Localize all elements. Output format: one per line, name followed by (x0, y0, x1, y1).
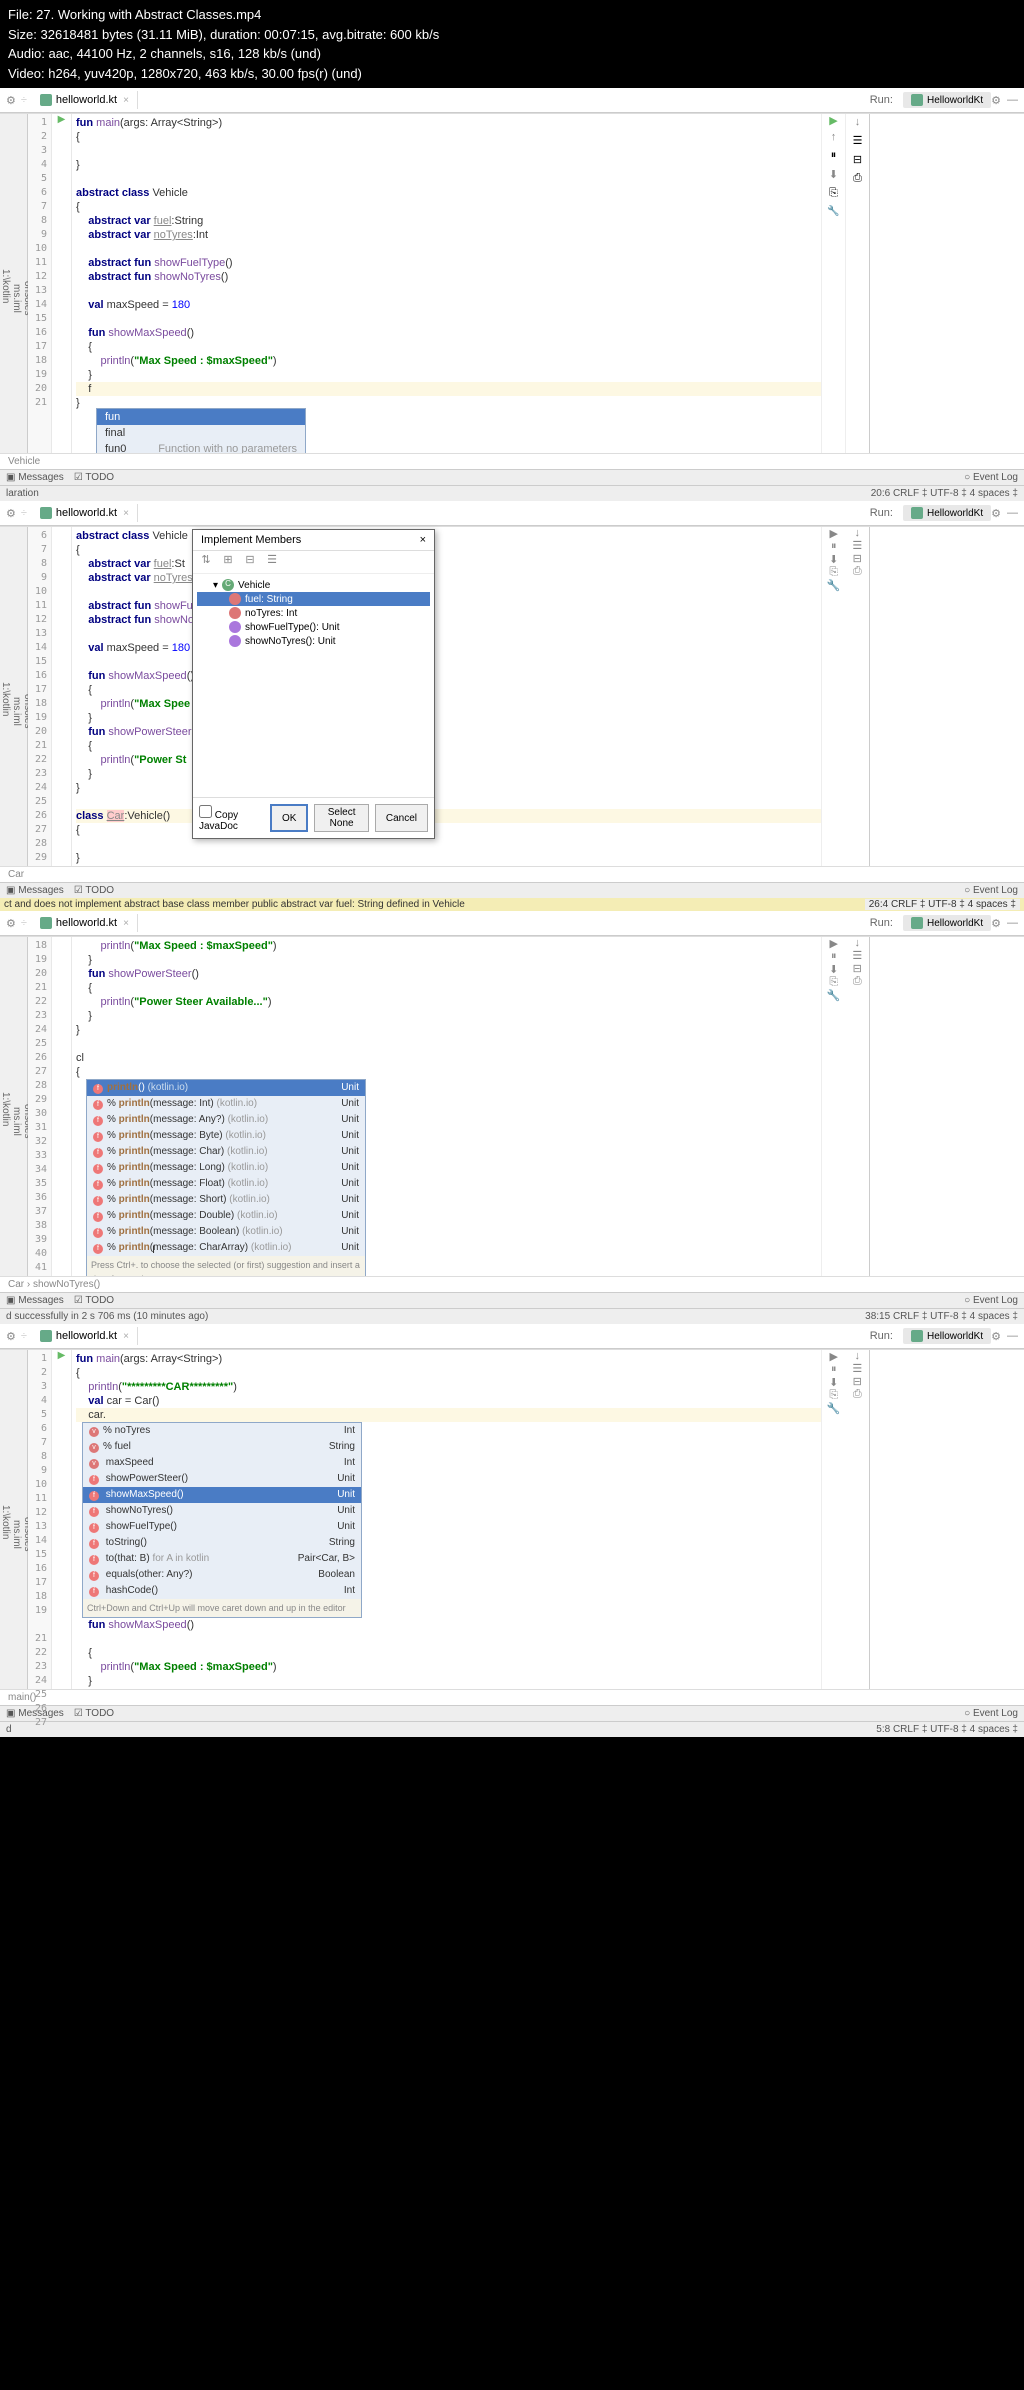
settings-icon[interactable]: ⚙ (991, 94, 1001, 107)
error-status: ct and does not implement abstract base … (0, 898, 1024, 911)
line-numbers: 123456789101112131415161718192021 (28, 114, 52, 453)
gutter-icons[interactable]: ▶ (52, 114, 72, 453)
status-bar: ▣ Messages ☑ TODO ○ Event Log (0, 469, 1024, 485)
project-sidebar[interactable]: 1:\kotlin ms.iml onsoles (0, 114, 28, 453)
implement-members-dialog: Implement Members × ⇅ ⊞ ⊟ ☰ ▾CVehicle fu… (192, 529, 435, 839)
gear-icon[interactable]: ⚙ (6, 507, 16, 520)
breadcrumb[interactable]: Vehicle (0, 453, 1024, 469)
right-gutter: ▶ ↑ ⏸ ⬇ ⎘ 🔧 (821, 114, 845, 453)
collapse-icon: ⊟ (241, 553, 259, 571)
sort-icon: ⇅ (197, 553, 215, 571)
title-bar: ⚙ ÷ helloworld.kt × Run: HelloworldKt ⚙ … (0, 88, 1024, 113)
run-config-tab[interactable]: HelloworldKt (903, 505, 991, 521)
todo-button[interactable]: ☑ TODO (74, 472, 114, 483)
video-metadata: File: 27. Working with Abstract Classes.… (0, 0, 1024, 88)
code-editor[interactable]: fun main(args: Array<String>) { println(… (72, 1350, 821, 1689)
expand-icon: ⊞ (219, 553, 237, 571)
line-numbers: 12345678910111213141516171819 2122232425… (28, 1350, 52, 1689)
tab-label: helloworld.kt (56, 94, 117, 106)
code-editor[interactable]: fun main(args: Array<String>) { } abstra… (72, 114, 821, 453)
ide-frame-4: ⚙÷ helloworld.kt× Run: HelloworldKt ⚙— 1… (0, 1324, 1024, 1737)
ide-frame-2: ⚙ ÷ helloworld.kt× Run: HelloworldKt ⚙— … (0, 501, 1024, 911)
editor-tab[interactable]: helloworld.kt× (32, 504, 138, 522)
editor-tab[interactable]: helloworld.kt × (32, 91, 138, 109)
run-config-tab[interactable]: HelloworldKt (903, 92, 991, 108)
code-editor[interactable]: println("Max Speed : $maxSpeed") } fun s… (72, 937, 821, 1276)
completion-popup[interactable]: fun final fun0Function with no parameter… (96, 408, 306, 453)
gear-icon[interactable]: ⚙ (6, 94, 16, 107)
code-editor[interactable]: abstract class Vehicle { abstract var fu… (72, 527, 821, 866)
close-icon[interactable]: × (123, 95, 129, 106)
ok-button[interactable]: OK (270, 804, 308, 832)
close-icon[interactable]: × (420, 534, 426, 546)
ide-frame-3: ⚙÷ helloworld.kt× Run: HelloworldKt ⚙— 1… (0, 911, 1024, 1324)
copy-javadoc-checkbox[interactable]: Copy JavaDoc (199, 805, 270, 832)
completion-popup[interactable]: v% noTyresInt v% fuelString v maxSpeedIn… (82, 1422, 362, 1618)
run-panel (869, 114, 1024, 453)
file-icon (40, 94, 52, 106)
messages-button[interactable]: ▣ Messages (6, 472, 64, 483)
member-tree[interactable]: ▾CVehicle fuel: String noTyres: Int show… (193, 574, 434, 797)
line-numbers: 6789101112131415161718192021222324252627… (28, 527, 52, 866)
ide-frame-1: ⚙ ÷ helloworld.kt × Run: HelloworldKt ⚙ … (0, 88, 1024, 501)
line-numbers: 1819202122232425262728293031323334353637… (28, 937, 52, 1276)
filter-icon: ☰ (263, 553, 281, 571)
minimize-icon[interactable]: — (1007, 94, 1018, 107)
run-label: Run: (870, 94, 893, 106)
completion-popup[interactable]: fprintln() (kotlin.io)Unit f% println(me… (86, 1079, 366, 1276)
select-none-button[interactable]: Select None (314, 804, 368, 832)
dialog-toolbar[interactable]: ⇅ ⊞ ⊟ ☰ (193, 551, 434, 574)
dialog-title: Implement Members × (193, 530, 434, 551)
cancel-button[interactable]: Cancel (375, 804, 428, 832)
event-log[interactable]: ○ Event Log (964, 472, 1018, 483)
